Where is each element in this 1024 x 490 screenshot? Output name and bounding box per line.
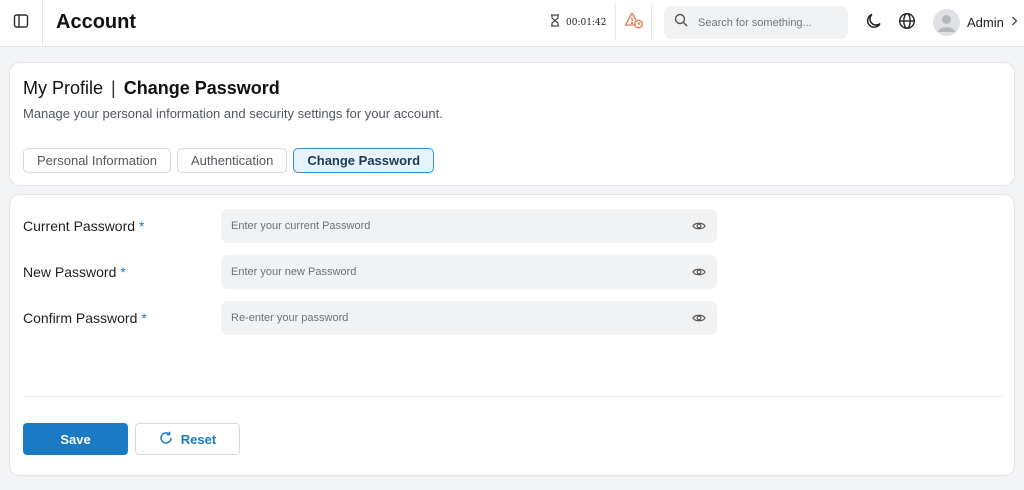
confirm-password-row: Confirm Password *: [23, 301, 717, 335]
confirm-password-label: Confirm Password *: [23, 310, 147, 326]
tab-change-password[interactable]: Change Password: [293, 148, 435, 173]
sidebar-toggle-button[interactable]: [0, 0, 43, 47]
profile-header-card: My Profile | Change Password Manage your…: [9, 62, 1015, 186]
profile-tabs: Personal Information Authentication Chan…: [23, 148, 435, 173]
sidebar-panel-icon: [13, 13, 29, 34]
theme-toggle-button[interactable]: [863, 12, 885, 34]
confirm-password-field: [221, 301, 717, 335]
user-name: Admin: [967, 15, 1004, 30]
page-title: My Profile | Change Password: [23, 78, 280, 99]
new-password-row: New Password *: [23, 255, 717, 289]
reset-button[interactable]: Reset: [135, 423, 240, 455]
avatar: [933, 9, 960, 36]
alert-button[interactable]: [623, 11, 645, 33]
chevron-right-icon: [1011, 16, 1018, 29]
current-password-input[interactable]: [231, 220, 691, 232]
current-password-row: Current Password *: [23, 209, 717, 243]
new-password-field: [221, 255, 717, 289]
search-input[interactable]: [698, 16, 838, 29]
title-separator: |: [111, 78, 116, 98]
globe-icon: [898, 12, 916, 35]
confirm-password-input[interactable]: [231, 312, 691, 324]
page-title-section: Change Password: [123, 78, 280, 98]
warning-clock-icon: [624, 11, 644, 34]
top-bar: Account 00:01:42 Search for something...…: [0, 0, 1024, 47]
page-subtitle: Manage your personal information and sec…: [23, 106, 443, 121]
new-password-input[interactable]: [231, 266, 691, 278]
required-marker: *: [141, 310, 147, 326]
tab-personal-information[interactable]: Personal Information: [23, 148, 171, 173]
user-menu[interactable]: Admin: [933, 9, 1018, 36]
moon-icon: [865, 12, 883, 35]
save-button[interactable]: Save: [23, 423, 128, 455]
header-divider: [651, 4, 652, 40]
reset-label: Reset: [180, 431, 217, 447]
eye-icon[interactable]: [691, 218, 707, 234]
eye-icon[interactable]: [691, 264, 707, 280]
header-divider: [615, 4, 616, 40]
current-password-label: Current Password *: [23, 218, 145, 234]
current-password-field: [221, 209, 717, 243]
refresh-icon: [159, 431, 173, 448]
language-button[interactable]: [896, 12, 918, 34]
new-password-label: New Password *: [23, 264, 126, 280]
search-box[interactable]: [664, 6, 848, 39]
hourglass-icon: [550, 14, 560, 32]
session-timer: 00:01:42: [550, 12, 606, 34]
tab-authentication[interactable]: Authentication: [176, 148, 288, 173]
search-icon: [674, 13, 688, 32]
change-password-form: Current Password * New Password * Confirm …: [9, 194, 1015, 476]
required-marker: *: [139, 218, 145, 234]
form-divider: [23, 396, 1003, 397]
eye-icon[interactable]: [691, 310, 707, 326]
timer-text: 00:01:42: [566, 18, 607, 28]
page-title-main: My Profile: [23, 78, 104, 98]
app-title: Account: [56, 11, 136, 33]
required-marker: *: [120, 264, 126, 280]
